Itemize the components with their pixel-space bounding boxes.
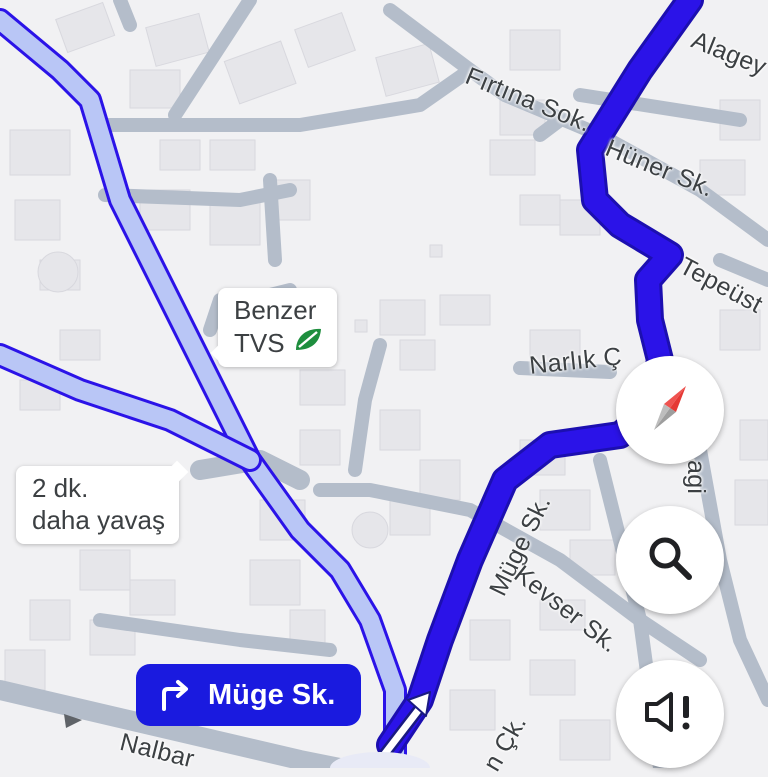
turn-right-icon [158, 679, 194, 711]
place-name-line2: TVS [234, 327, 285, 358]
street-label-agi: agi [682, 460, 710, 495]
place-name-line1: Benzer [234, 295, 317, 325]
place-callout-benzer[interactable]: Benzer TVS [210, 288, 337, 367]
compass-icon [648, 382, 692, 439]
alt-route-callout[interactable]: 2 dk. daha yavaş [16, 460, 189, 544]
sound-alert-icon [643, 690, 697, 739]
next-turn-street: Müge Sk. [208, 678, 336, 711]
compass-button[interactable] [616, 356, 724, 464]
search-icon [645, 533, 695, 588]
leaf-icon [293, 326, 323, 359]
sound-button[interactable] [616, 660, 724, 768]
next-turn-banner[interactable]: Müge Sk. [136, 664, 362, 726]
current-location-glow [330, 752, 430, 768]
alt-route-time: 2 dk. [32, 473, 89, 503]
alt-route-note: daha yavaş [32, 505, 165, 535]
search-button[interactable] [616, 506, 724, 614]
